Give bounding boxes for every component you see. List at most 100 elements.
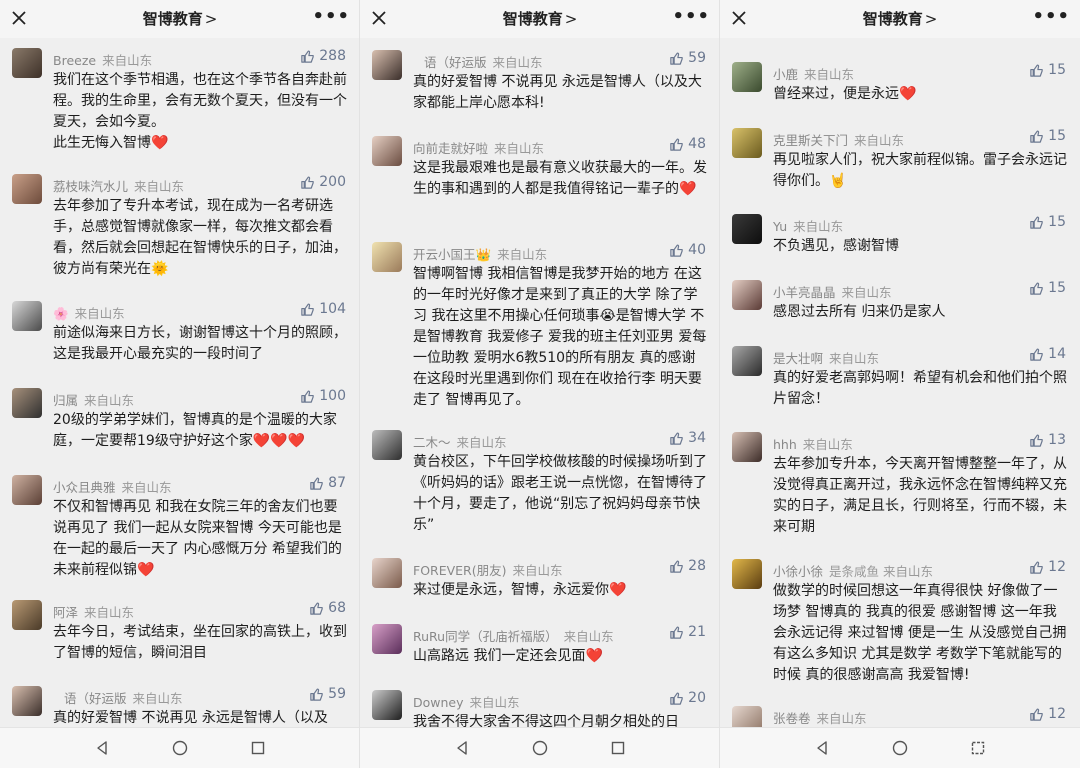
more-icon[interactable]: ••• bbox=[1032, 6, 1070, 27]
like-button[interactable]: 13 bbox=[1029, 432, 1066, 448]
like-button[interactable]: 14 bbox=[1029, 346, 1066, 362]
like-button[interactable]: 40 bbox=[669, 242, 706, 258]
comment-author[interactable]: 语（好运版 bbox=[424, 55, 487, 70]
like-button[interactable]: 48 bbox=[669, 136, 706, 152]
avatar[interactable] bbox=[732, 214, 762, 244]
home-icon[interactable] bbox=[172, 740, 188, 756]
comment-source: 来自山东 bbox=[563, 629, 614, 644]
recents-icon[interactable] bbox=[970, 740, 986, 756]
back-icon[interactable] bbox=[814, 740, 830, 756]
comment-source: 来自山东 bbox=[494, 141, 545, 156]
comment-item: 是大壮啊 来自山东 14 真的好爱老高郭妈啊！希望有机会和他们拍个照片留念！ bbox=[720, 346, 1080, 410]
comment-item: 小羊亮晶晶 来自山东 15 感恩过去所有 归来仍是家人 bbox=[720, 280, 1080, 324]
comment-author[interactable]: RuRu同学（孔庙祈福版） bbox=[413, 629, 558, 644]
comment-author[interactable]: 开云小国王👑 bbox=[413, 247, 491, 262]
avatar[interactable] bbox=[12, 174, 42, 204]
comment-author[interactable]: 🌸 bbox=[53, 306, 69, 321]
avatar[interactable] bbox=[732, 706, 762, 728]
chevron-right-icon: > bbox=[564, 10, 578, 28]
avatar[interactable] bbox=[372, 50, 402, 80]
avatar[interactable] bbox=[732, 346, 762, 376]
avatar[interactable] bbox=[372, 242, 402, 272]
more-icon[interactable]: ••• bbox=[672, 6, 710, 27]
comment-body: 我舍不得大家舍不得这四个月朝夕相处的日 bbox=[413, 714, 679, 728]
like-button[interactable]: 59 bbox=[309, 686, 346, 702]
avatar[interactable] bbox=[12, 600, 42, 630]
comment-list[interactable]: 语（好运版来自山东 59 真的好爱智博 不说再见 永远是智博人（以及大家都能上岸… bbox=[360, 38, 719, 728]
comment-author[interactable]: Downey bbox=[413, 695, 464, 710]
like-button[interactable]: 15 bbox=[1029, 280, 1066, 296]
like-button[interactable]: 100 bbox=[300, 388, 346, 404]
avatar[interactable] bbox=[12, 686, 42, 716]
comment-list[interactable]: Breeze 来自山东 288 我们在这个季节相遇，也在这个季节各自奔赴前程。我的… bbox=[0, 38, 359, 728]
comment-author[interactable]: hhh bbox=[773, 437, 797, 452]
comment-text: 感恩过去所有 归来仍是家人 bbox=[773, 302, 1069, 323]
like-button[interactable]: 288 bbox=[300, 48, 346, 64]
comment-item: FOREVER(朋友) 来自山东 28 来过便是永远，智博，永远爱你❤️ bbox=[360, 558, 719, 602]
avatar[interactable] bbox=[732, 559, 762, 589]
like-button[interactable]: 59 bbox=[669, 50, 706, 66]
more-icon[interactable]: ••• bbox=[312, 6, 350, 27]
avatar[interactable] bbox=[372, 558, 402, 588]
avatar[interactable] bbox=[732, 432, 762, 462]
avatar[interactable] bbox=[732, 128, 762, 158]
avatar[interactable] bbox=[732, 280, 762, 310]
avatar[interactable] bbox=[12, 301, 42, 331]
comment-author[interactable]: 克里斯关下门 bbox=[773, 133, 848, 148]
like-button[interactable]: 12 bbox=[1029, 706, 1066, 722]
thumbs-up-icon bbox=[670, 692, 683, 705]
comment-author[interactable]: FOREVER(朋友) bbox=[413, 563, 507, 578]
home-icon[interactable] bbox=[892, 740, 908, 756]
recents-icon[interactable] bbox=[250, 740, 266, 756]
like-button[interactable]: 87 bbox=[309, 475, 346, 491]
comment-text: 我们在这个季节相遇，也在这个季节各自奔赴前程。我的生命里，会有无数个夏天，但没有… bbox=[53, 70, 349, 154]
comment-author[interactable]: Breeze bbox=[53, 53, 96, 68]
comment-author[interactable]: 向前走就好啦 bbox=[413, 141, 488, 156]
like-button[interactable]: 15 bbox=[1029, 214, 1066, 230]
like-button[interactable]: 200 bbox=[300, 174, 346, 190]
recents-icon[interactable] bbox=[610, 740, 626, 756]
home-icon[interactable] bbox=[532, 740, 548, 756]
comment-author[interactable]: 小众且典雅 bbox=[53, 480, 116, 495]
like-button[interactable]: 20 bbox=[669, 690, 706, 706]
like-button[interactable]: 28 bbox=[669, 558, 706, 574]
comment-author[interactable]: Yu bbox=[773, 219, 787, 234]
avatar[interactable] bbox=[12, 475, 42, 505]
comment-author[interactable]: 语（好运版 bbox=[64, 691, 127, 706]
comment-author[interactable]: 归属 bbox=[53, 393, 78, 408]
page-title[interactable]: 智博教育 > bbox=[0, 8, 359, 29]
thumbs-up-icon bbox=[1030, 708, 1043, 721]
comment-author[interactable]: 二木～ bbox=[413, 435, 451, 450]
comment-author[interactable]: 荔枝味汽水儿 bbox=[53, 179, 128, 194]
like-button[interactable]: 15 bbox=[1029, 128, 1066, 144]
avatar[interactable] bbox=[372, 430, 402, 460]
page-title[interactable]: 智博教育 > bbox=[360, 8, 719, 29]
back-icon[interactable] bbox=[454, 740, 470, 756]
like-count: 15 bbox=[1048, 62, 1066, 78]
avatar[interactable] bbox=[372, 624, 402, 654]
like-button[interactable]: 34 bbox=[669, 430, 706, 446]
like-button[interactable]: 21 bbox=[669, 624, 706, 640]
avatar[interactable] bbox=[372, 136, 402, 166]
like-button[interactable]: 15 bbox=[1029, 62, 1066, 78]
comment-text: 真的好爱智博 不说再见 永远是智博人（以及大家都能上岸心愿本科! bbox=[413, 72, 709, 114]
avatar[interactable] bbox=[12, 48, 42, 78]
like-button[interactable]: 12 bbox=[1029, 559, 1066, 575]
comment-author[interactable]: 小羊亮晶晶 bbox=[773, 285, 836, 300]
comment-author[interactable]: 小徐小徐 bbox=[773, 564, 823, 579]
comment-author[interactable]: 张卷卷 bbox=[773, 711, 811, 726]
like-button[interactable]: 68 bbox=[309, 600, 346, 616]
comment-author[interactable]: 是大壮啊 bbox=[773, 351, 823, 366]
comment-text: 前途似海来日方长，谢谢智博这十个月的照顾，这是我最开心最充实的一段时间了 bbox=[53, 323, 349, 365]
comment-text: 真的好爱老高郭妈啊！希望有机会和他们拍个照片留念！ bbox=[773, 368, 1069, 410]
like-button[interactable]: 104 bbox=[300, 301, 346, 317]
comment-list[interactable]: 小鹿 来自山东 15 曾经来过，便是永远❤️ 克里斯关下门 来自山东 15 再见啦家… bbox=[720, 38, 1080, 728]
back-icon[interactable] bbox=[94, 740, 110, 756]
comment-author[interactable]: 阿泽 bbox=[53, 605, 78, 620]
page-title[interactable]: 智博教育 > bbox=[720, 8, 1080, 29]
avatar[interactable] bbox=[12, 388, 42, 418]
comment-author[interactable]: 小鹿 bbox=[773, 67, 798, 82]
comment-text: 智博啊智博 我相信智博是我梦开始的地方 在这的一年时光好像才是来到了真正的大学 … bbox=[413, 264, 709, 411]
avatar[interactable] bbox=[372, 690, 402, 720]
avatar[interactable] bbox=[732, 62, 762, 92]
